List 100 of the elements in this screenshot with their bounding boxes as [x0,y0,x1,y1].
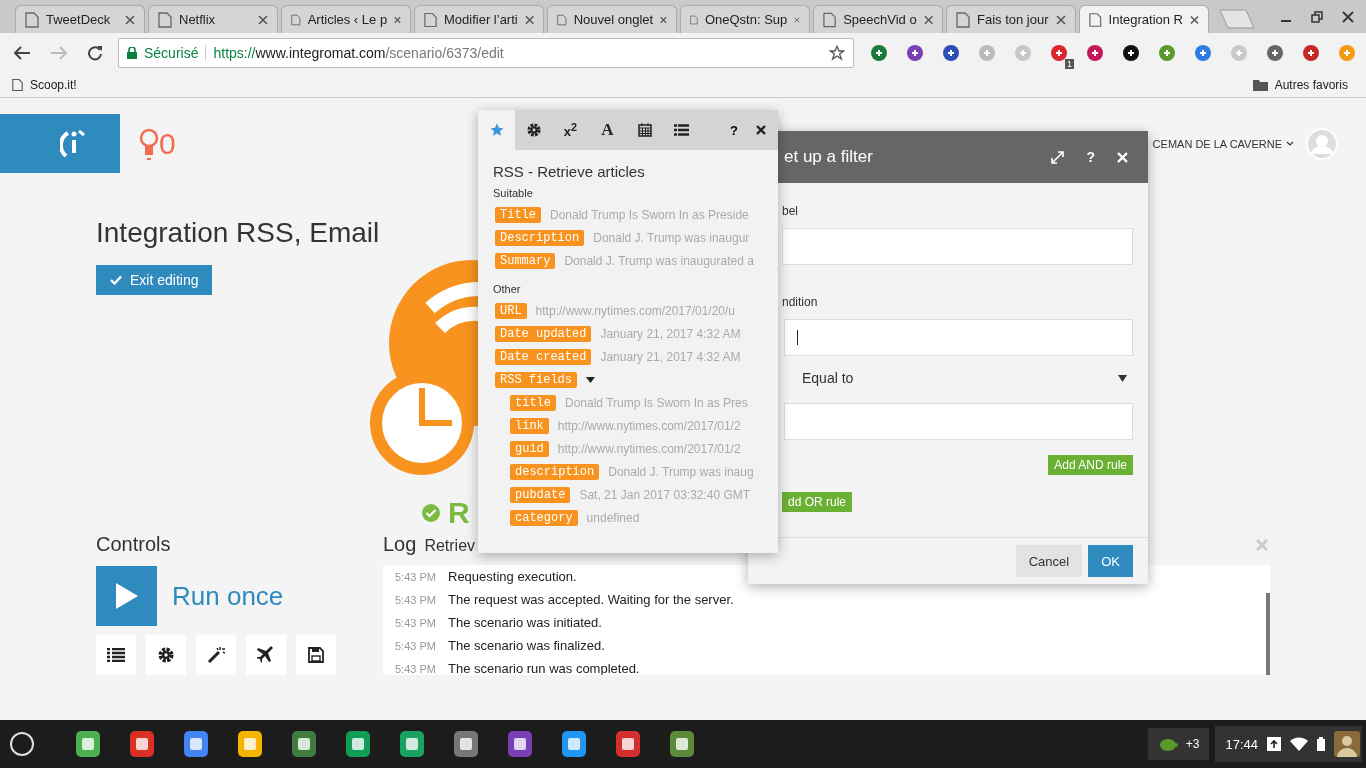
log-heading: Log [383,532,417,557]
field-value: Sat, 21 Jan 2017 03:32:40 GMT [579,487,751,502]
lock-icon [127,46,137,59]
star-icon[interactable] [829,44,845,61]
close-icon[interactable] [1342,10,1354,23]
restore-icon[interactable] [1311,10,1323,23]
close-icon[interactable] [1056,14,1066,25]
launcher-icon[interactable] [9,731,35,757]
app-icon[interactable] [181,729,211,759]
play-button[interactable] [96,566,157,626]
magic-wand-icon [207,646,225,664]
browser-tab[interactable]: Articles ‹ Le p [281,5,411,33]
ok-button[interactable]: OK [1088,545,1133,577]
status-tray[interactable]: 17:44 [1215,726,1362,762]
page-icon [956,11,970,28]
tab-title: Articles ‹ Le p [307,12,388,27]
extension-icon[interactable] [942,43,960,62]
browser-tab[interactable]: SpeechVid o [813,5,943,33]
browser-tab[interactable]: Netflix [148,5,278,33]
reload-icon[interactable] [87,44,103,61]
browser-tab[interactable]: OneQstn: Sup [680,5,810,33]
help-button[interactable]: ? [730,122,738,138]
help-button[interactable]: ? [1086,149,1095,165]
browser-tab[interactable]: Integration R [1079,5,1209,33]
close-icon[interactable] [756,125,766,135]
field-value: Donald Trump Is Sworn In as Pres [565,395,748,410]
scrollbar[interactable] [1266,593,1270,675]
log-message: The scenario run was completed. [448,661,640,675]
bookmark[interactable]: Scoop.it! [12,77,77,92]
star-icon [489,123,504,137]
app-icon[interactable] [73,729,103,759]
browser-tab[interactable]: Fais ton jour [946,5,1076,33]
browser-tab[interactable]: TweetDeck [15,5,145,33]
field-value: http://www.nytimes.com/2017/01/2 [557,418,741,433]
airplane-icon [257,646,275,664]
dialog-title: et up a filter [784,147,874,167]
page-icon [12,77,23,92]
browser-tab[interactable]: Nouvel onglet [547,5,677,33]
notification-tray[interactable]: +3 [1147,728,1210,760]
list-icon [674,124,689,136]
panel-tab[interactable]: x$^{2}$ [552,110,589,150]
field-value: January 21, 2017 4:32 AM [600,349,741,364]
app-icon[interactable] [343,729,373,759]
close-icon[interactable] [125,14,135,25]
check-circle-icon [422,504,440,522]
tab-title: OneQstn: Sup [704,12,788,27]
log-message: The request was accepted. Waiting for the server. [448,592,734,607]
notification-count: 0 [159,126,176,161]
app-icon[interactable] [397,729,427,759]
airplane-button[interactable] [246,635,286,675]
log-time: 5:43 PM [395,593,435,606]
app-icon[interactable] [451,729,481,759]
settings-icon [526,123,541,137]
app-icon[interactable] [667,729,697,759]
lightbulb-icon[interactable] [139,127,159,160]
caret-icon[interactable] [586,376,595,383]
close-icon[interactable] [1190,14,1199,25]
extension-icon[interactable] [1122,43,1140,62]
back-icon[interactable] [13,44,31,61]
exit-editing-button[interactable]: Exit editing [96,265,213,295]
chevron-down-icon[interactable] [1286,140,1294,147]
page-icon [158,11,172,28]
panel-tab[interactable]: A [589,110,626,150]
calendar-icon [637,123,652,137]
log-time: 5:43 PM [395,616,435,629]
app-icon[interactable] [505,729,535,759]
app-icon[interactable] [559,729,589,759]
other-bookmarks-folder[interactable]: Autres favoris [1252,77,1348,92]
logo-tile[interactable] [0,114,120,173]
list-button[interactable] [96,635,136,675]
app-icon[interactable] [127,729,157,759]
save-button[interactable] [296,635,336,675]
extension-icon[interactable] [1050,43,1068,62]
settings-button[interactable] [146,635,186,675]
user-name[interactable]: CEMAN DE LA CAVERNE [1152,137,1282,150]
app-icon[interactable] [289,729,319,759]
wifi-icon [1290,737,1308,751]
app-icon[interactable] [613,729,643,759]
log-time: 5:43 PM [395,570,435,583]
extension-icon[interactable] [906,43,924,62]
field-label: ndition [782,295,819,310]
group-heading: Other [493,283,522,295]
controls-heading: Controls [96,532,172,557]
field-value: http://www.nytimes.com/2017/01/2 [557,441,741,456]
condition-input-field[interactable] [784,319,1133,356]
close-icon[interactable] [258,14,268,25]
operator-dropdown[interactable]: Equal to [802,362,1133,394]
label-input-field[interactable] [782,228,1133,265]
value-input-field[interactable] [784,403,1133,440]
magic-wand-button[interactable] [196,635,236,675]
address-bar[interactable]: Sécurisé https://www.integromat.com/scenario/6373/edit [118,37,854,68]
page-icon [823,11,837,28]
close-icon[interactable] [923,14,933,25]
close-icon[interactable] [524,14,534,25]
log-tab[interactable]: Retriev [424,537,476,555]
browser-tab[interactable]: Modifier l’arti [414,5,544,33]
check-icon [110,275,122,285]
expand-icon[interactable] [1051,150,1065,164]
cancel-button[interactable]: Cancel [1015,545,1083,577]
app-icon[interactable] [235,729,265,759]
